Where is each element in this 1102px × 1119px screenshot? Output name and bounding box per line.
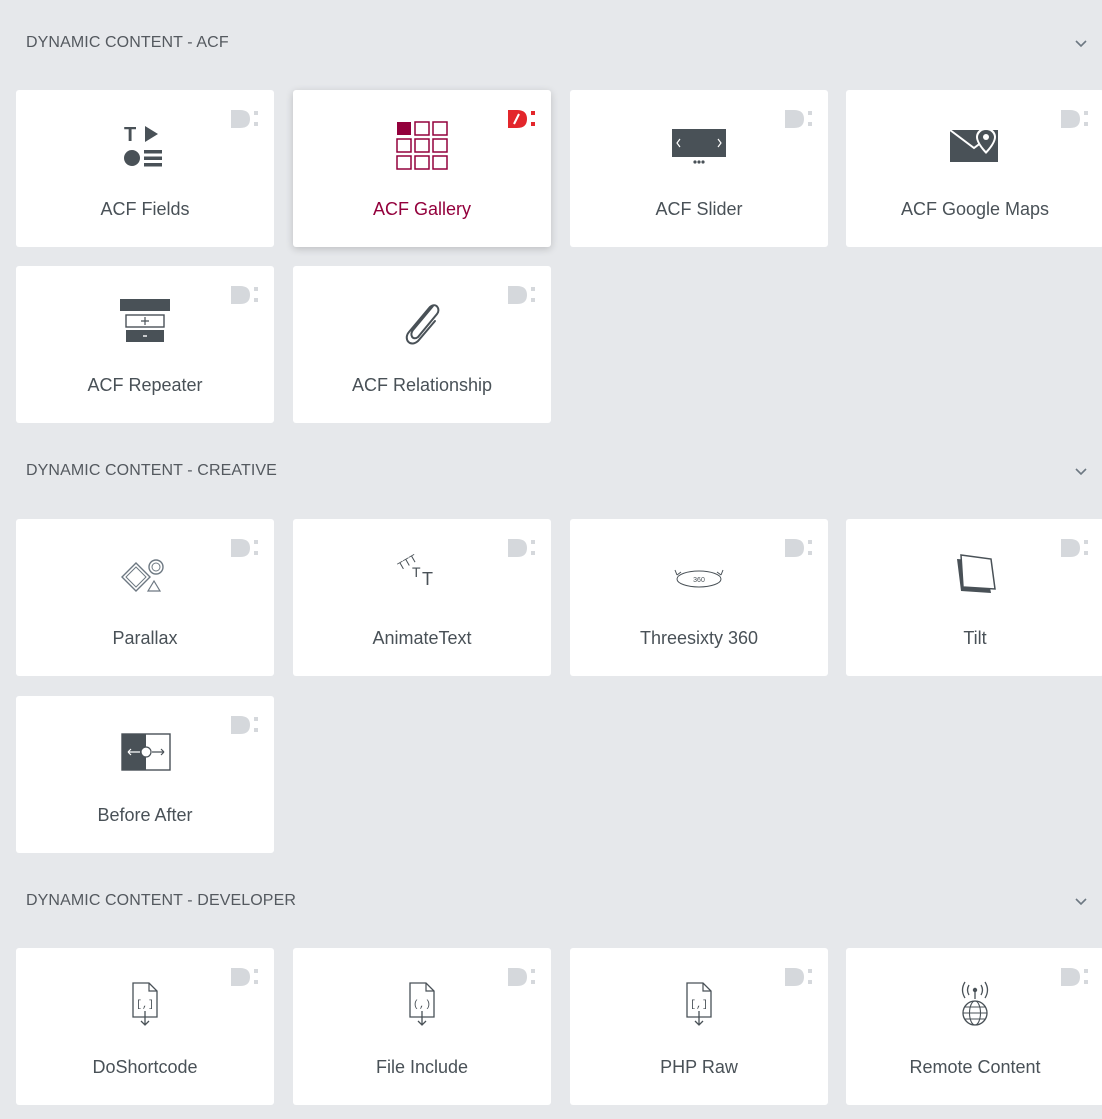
php-raw-icon: [,]: [669, 978, 729, 1030]
dynamic-content-badge-icon: [508, 110, 535, 128]
widget-acf-repeater[interactable]: ACF Repeater: [16, 266, 274, 423]
svg-text:T: T: [412, 564, 421, 580]
dynamic-content-badge-icon: [231, 110, 258, 128]
section-header-creative[interactable]: DYNAMIC CONTENT - CREATIVE: [0, 450, 1102, 490]
remote-content-icon: [945, 978, 1005, 1030]
parallax-icon: [115, 549, 175, 601]
acf-repeater-icon: [115, 296, 175, 348]
widget-label: Before After: [97, 805, 193, 825]
widget-before-after[interactable]: Before After: [16, 696, 274, 853]
dynamic-content-badge-icon: [785, 968, 812, 986]
widget-label: Tilt: [963, 628, 987, 648]
section-header-developer[interactable]: DYNAMIC CONTENT - DEVELOPER: [0, 880, 1102, 920]
before-after-icon: [115, 726, 175, 778]
section-header-acf[interactable]: DYNAMIC CONTENT - ACF: [0, 22, 1102, 62]
widget-label: AnimateText: [372, 628, 472, 648]
widget-parallax[interactable]: Parallax: [16, 519, 274, 676]
dynamic-content-badge-icon: [508, 539, 535, 557]
widget-label: ACF Repeater: [87, 375, 203, 395]
widget-label: PHP Raw: [660, 1057, 738, 1077]
widget-label: DoShortcode: [92, 1057, 198, 1077]
widget-label: File Include: [375, 1057, 469, 1077]
svg-text:[,]: [,]: [136, 999, 154, 1011]
widget-label: ACF Google Maps: [900, 199, 1050, 219]
dynamic-content-badge-icon: [231, 968, 258, 986]
widget-acf-fields[interactable]: T ACF Fields: [16, 90, 274, 247]
svg-text:T: T: [422, 569, 433, 589]
acf-slider-icon: [669, 120, 729, 172]
animate-text-icon: TTT T T: [392, 549, 452, 601]
widget-acf-gallery[interactable]: ACF Gallery: [293, 90, 551, 247]
widget-doshortcode[interactable]: [,] DoShortcode: [16, 948, 274, 1105]
chevron-down-icon[interactable]: [1074, 894, 1088, 908]
dynamic-content-badge-icon: [1061, 110, 1088, 128]
svg-text:360: 360: [693, 577, 705, 584]
tilt-icon: [945, 549, 1005, 601]
file-include-icon: (,): [392, 978, 452, 1030]
widget-label: ACF Gallery: [372, 199, 471, 219]
threesixty-icon: 360: [669, 549, 729, 601]
acf-fields-icon: T: [115, 120, 175, 172]
widget-php-raw[interactable]: [,] PHP Raw: [570, 948, 828, 1105]
widget-remote-content[interactable]: Remote Content: [846, 948, 1102, 1105]
widgets-panel: DYNAMIC CONTENT - ACF T ACF Fields ACF G…: [0, 0, 1102, 1119]
widget-label: ACF Slider: [655, 199, 743, 219]
widget-label: Remote Content: [909, 1057, 1041, 1077]
svg-text:T: T: [124, 124, 136, 146]
dynamic-content-badge-icon: [231, 286, 258, 304]
dynamic-content-badge-icon: [1061, 539, 1088, 557]
dynamic-content-badge-icon: [508, 286, 535, 304]
acf-google-maps-icon: [945, 120, 1005, 172]
chevron-down-icon[interactable]: [1074, 464, 1088, 478]
dynamic-content-badge-icon: [785, 539, 812, 557]
section-title: DYNAMIC CONTENT - DEVELOPER: [26, 892, 296, 909]
acf-gallery-icon: [392, 120, 452, 172]
widget-threesixty[interactable]: 360 Threesixty 360: [570, 519, 828, 676]
widget-label: Parallax: [112, 628, 178, 648]
widget-label: ACF Relationship: [351, 375, 493, 395]
svg-text:(,): (,): [413, 999, 431, 1011]
section-title: DYNAMIC CONTENT - CREATIVE: [26, 462, 277, 479]
dynamic-content-badge-icon: [231, 539, 258, 557]
widget-animatetext[interactable]: TTT T T AnimateText: [293, 519, 551, 676]
widget-acf-google-maps[interactable]: ACF Google Maps: [846, 90, 1102, 247]
dynamic-content-badge-icon: [508, 968, 535, 986]
dynamic-content-badge-icon: [785, 110, 812, 128]
svg-text:[,]: [,]: [690, 999, 708, 1011]
widget-tilt[interactable]: Tilt: [846, 519, 1102, 676]
widget-file-include[interactable]: (,) File Include: [293, 948, 551, 1105]
chevron-down-icon[interactable]: [1074, 36, 1088, 50]
widget-acf-relationship[interactable]: ACF Relationship: [293, 266, 551, 423]
paperclip-icon: [392, 296, 452, 348]
dynamic-content-badge-icon: [231, 716, 258, 734]
widget-label: Threesixty 360: [639, 628, 759, 648]
section-title: DYNAMIC CONTENT - ACF: [26, 34, 229, 51]
widget-acf-slider[interactable]: ACF Slider: [570, 90, 828, 247]
dynamic-content-badge-icon: [1061, 968, 1088, 986]
doshortcode-icon: [,]: [115, 978, 175, 1030]
widget-label: ACF Fields: [100, 199, 190, 219]
